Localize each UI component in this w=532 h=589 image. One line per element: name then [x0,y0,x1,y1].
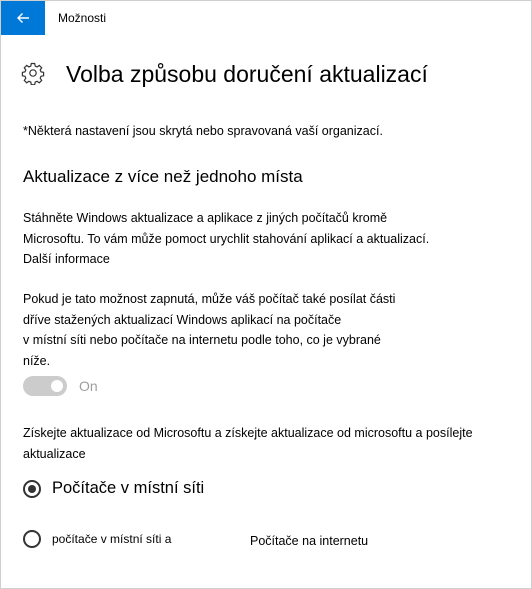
description-line: Stáhněte Windows aktualizace a aplikace … [23,211,388,225]
radio-option-local-and-internet[interactable]: počítače v místní síti a [23,530,171,548]
radio-prompt-line: aktualizace [23,446,86,461]
toggle-knob [51,380,63,392]
description-line: Microsoftu. To vám může pomoct urychlit … [23,231,430,246]
title-bar: Možnosti [1,1,531,35]
radio-label: Počítače v místní síti [52,479,205,497]
section-explanation: Pokud je tato možnost zapnutá, může váš … [23,289,493,371]
explanation-line: v místní síti nebo počítače na internetu… [23,333,381,347]
more-info-link[interactable]: Další informace [23,249,493,270]
explanation-line: Pokud je tato možnost zapnutá, může váš … [23,292,396,306]
back-arrow-icon [17,13,29,23]
toggle-state-label: On [79,378,98,394]
radio-label-internet: Počítače na internetu [250,534,369,548]
radio-label: počítače v místní síti a [52,532,172,546]
explanation-line: níže. [23,353,51,368]
managed-settings-note: *Některá nastavení jsou skrytá nebo spra… [23,124,383,138]
settings-window: Možnosti Volba způsobu doručení aktualiz… [0,0,532,589]
radio-option-local-network[interactable]: Počítače v místní síti [23,479,204,498]
radio-button-unselected[interactable] [23,530,41,548]
page-header: Volba způsobu doručení aktualizací [21,59,521,95]
gear-icon [21,62,45,85]
radio-prompt: Získejte aktualizace od Microsoftu a zís… [23,423,493,464]
radio-prompt-line: Získejte aktualizace od Microsoftu a zís… [23,426,473,440]
section-description: Stáhněte Windows aktualizace a aplikace … [23,208,493,270]
back-button[interactable] [1,1,45,35]
page-title: Volba způsobu doručení aktualizací [66,61,428,87]
radio-button-selected[interactable] [23,479,41,498]
window-title: Možnosti [58,11,107,25]
delivery-optimization-toggle[interactable] [23,376,67,396]
explanation-line: dříve stažených aktualizací Windows apli… [23,312,342,327]
section-title: Aktualizace z více než jednoho místa [23,167,303,186]
